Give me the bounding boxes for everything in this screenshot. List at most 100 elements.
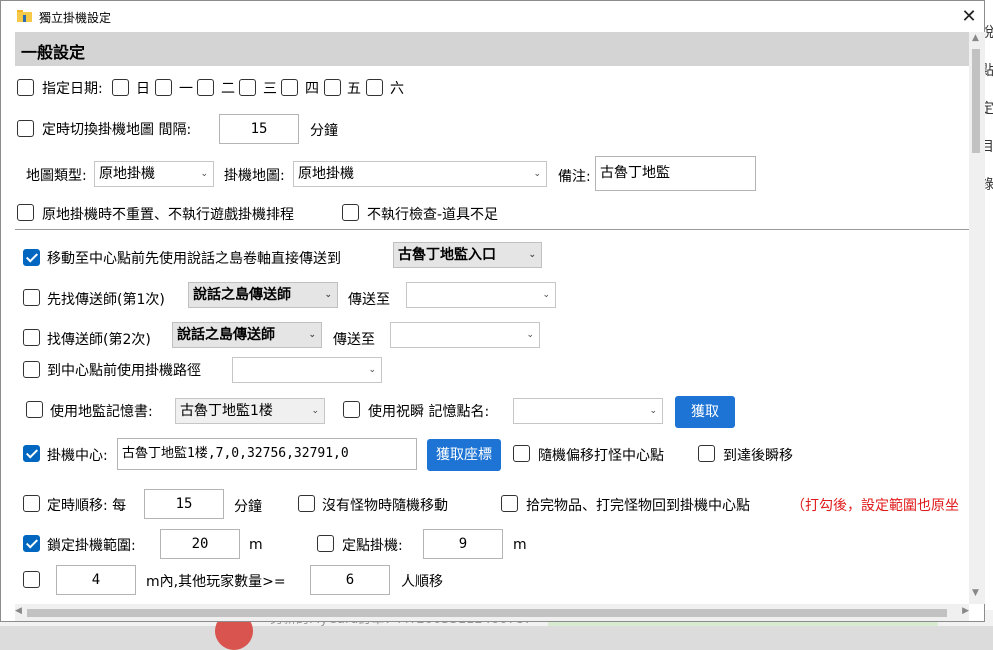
lock-range-checkbox[interactable] bbox=[23, 535, 40, 552]
chevron-down-icon: ⌄ bbox=[649, 406, 657, 416]
player-move-count-input[interactable]: 6 bbox=[310, 565, 390, 595]
map-type-select[interactable]: 原地掛機 ⌄ bbox=[94, 161, 214, 187]
find-tp2-label: 找傳送師(第2次) bbox=[47, 332, 151, 348]
timed-move-unit: 分鐘 bbox=[234, 499, 262, 515]
day-checkbox-thu[interactable] bbox=[281, 79, 298, 96]
day-checkbox-sat[interactable] bbox=[366, 79, 383, 96]
day-checkbox-sun[interactable] bbox=[112, 79, 129, 96]
fixed-point-checkbox[interactable] bbox=[317, 535, 334, 552]
fixed-point-unit: m bbox=[513, 537, 527, 553]
horizontal-scrollbar[interactable]: ◀ ▶ bbox=[15, 604, 969, 621]
scroll-up-icon[interactable]: ▲ bbox=[972, 33, 979, 43]
scroll-right-icon[interactable]: ▶ bbox=[962, 606, 969, 616]
random-offset-checkbox[interactable] bbox=[513, 445, 530, 462]
chevron-down-icon: ⌄ bbox=[200, 169, 208, 179]
no-check-checkbox[interactable] bbox=[342, 204, 359, 221]
player-move-checkbox[interactable] bbox=[23, 571, 40, 588]
map-switch-checkbox[interactable] bbox=[17, 120, 34, 137]
horizontal-scroll-thumb[interactable] bbox=[27, 609, 947, 617]
move-center-checkbox[interactable] bbox=[23, 249, 40, 266]
bless-tp-select[interactable]: ⌄ bbox=[513, 398, 663, 424]
day-checkbox-tue[interactable] bbox=[197, 79, 214, 96]
no-reset-label: 原地掛機時不重置、不執行遊戲掛機排程 bbox=[42, 207, 294, 223]
chevron-down-icon: ⌄ bbox=[542, 290, 550, 300]
lock-range-label: 鎖定掛機範圍: bbox=[47, 538, 136, 554]
title-bar[interactable]: 獨立掛機設定 ✕ bbox=[1, 1, 984, 32]
close-button[interactable]: ✕ bbox=[954, 1, 984, 32]
fixed-point-input[interactable]: 9 bbox=[423, 529, 503, 559]
move-center-label: 移動至中心點前先使用說話之島卷軸直接傳送到 bbox=[47, 251, 341, 267]
find-tp1-select[interactable]: 說話之島傳送師 ⌄ bbox=[188, 282, 338, 308]
return-center-label: 拾完物品、打完怪物回到掛機中心點 bbox=[526, 498, 750, 514]
section-header: 一般設定 bbox=[15, 32, 969, 66]
timed-move-label: 定時順移: 每 bbox=[47, 498, 127, 514]
map-switch-interval-input[interactable]: 15 bbox=[219, 114, 299, 144]
day-checkbox-fri[interactable] bbox=[324, 79, 341, 96]
fetch-coordinates-button[interactable]: 獲取座標 bbox=[427, 439, 501, 471]
random-offset-label: 隨機偏移打怪中心點 bbox=[538, 448, 664, 464]
find-tp2-select[interactable]: 說話之島傳送師 ⌄ bbox=[172, 322, 322, 348]
timed-move-checkbox[interactable] bbox=[23, 495, 40, 512]
days-checkbox[interactable] bbox=[17, 79, 34, 96]
memory-book-label: 使用地監記憶書: bbox=[50, 404, 153, 420]
day-label: 四 bbox=[305, 81, 319, 97]
vertical-scroll-thumb[interactable] bbox=[972, 49, 980, 153]
find-tp1-dest-label: 傳送至 bbox=[348, 292, 390, 308]
lock-range-input[interactable]: 20 bbox=[160, 529, 240, 559]
scroll-down-icon[interactable]: ▼ bbox=[972, 588, 979, 598]
path-before-checkbox[interactable] bbox=[23, 361, 40, 378]
settings-content: 一般設定 指定日期: 日 一 二 三 四 五 六 定時切換掛機地圖 間隔: 15… bbox=[1, 32, 969, 604]
timed-move-input[interactable]: 15 bbox=[144, 489, 224, 519]
find-tp1-value: 說話之島傳送師 bbox=[193, 287, 291, 303]
no-reset-checkbox[interactable] bbox=[17, 204, 34, 221]
center-label: 掛機中心: bbox=[47, 448, 108, 464]
note-label: 備注: bbox=[558, 169, 591, 185]
player-move-range-input[interactable]: 4 bbox=[56, 565, 136, 595]
player-move-end-label: 人順移 bbox=[401, 574, 443, 590]
day-label: 六 bbox=[390, 81, 404, 97]
chevron-down-icon: ⌄ bbox=[324, 290, 332, 300]
find-tp1-dest-select[interactable]: ⌄ bbox=[406, 282, 556, 308]
section-title: 一般設定 bbox=[21, 43, 86, 62]
folder-icon bbox=[17, 10, 32, 22]
find-tp2-dest-label: 傳送至 bbox=[333, 332, 375, 348]
chevron-down-icon: ⌄ bbox=[528, 250, 536, 260]
scroll-left-icon[interactable]: ◀ bbox=[15, 606, 22, 616]
lock-range-unit: m bbox=[249, 537, 263, 553]
days-label: 指定日期: bbox=[42, 81, 103, 97]
close-icon: ✕ bbox=[961, 6, 977, 27]
chevron-down-icon: ⌄ bbox=[368, 365, 376, 375]
day-label: 五 bbox=[347, 81, 361, 97]
chevron-down-icon: ⌄ bbox=[311, 406, 319, 416]
player-move-mid-label: m內,其他玩家數量>= bbox=[146, 574, 286, 590]
settings-dialog: 獨立掛機設定 ✕ 一般設定 指定日期: 日 一 二 三 四 五 六 定時切換掛機… bbox=[0, 0, 985, 622]
path-before-select[interactable]: ⌄ bbox=[232, 357, 382, 383]
return-center-checkbox[interactable] bbox=[501, 495, 518, 512]
day-label: 日 bbox=[136, 81, 150, 97]
chevron-down-icon: ⌄ bbox=[308, 330, 316, 340]
map-switch-label: 定時切換掛機地圖 間隔: bbox=[42, 122, 192, 138]
move-center-value: 古魯丁地監入口 bbox=[398, 247, 496, 263]
vertical-scrollbar[interactable]: ▲ ▼ bbox=[969, 32, 985, 604]
chevron-down-icon: ⌄ bbox=[533, 169, 541, 179]
find-tp2-dest-select[interactable]: ⌄ bbox=[390, 322, 540, 348]
note-input[interactable]: 古魯丁地監 bbox=[595, 156, 756, 191]
bless-tp-checkbox[interactable] bbox=[343, 401, 360, 418]
find-tp2-checkbox[interactable] bbox=[23, 329, 40, 346]
day-checkbox-mon[interactable] bbox=[155, 79, 172, 96]
fixed-point-label: 定點掛機: bbox=[342, 538, 403, 554]
teleport-after-checkbox[interactable] bbox=[698, 445, 715, 462]
find-tp1-checkbox[interactable] bbox=[23, 289, 40, 306]
memory-book-checkbox[interactable] bbox=[26, 401, 43, 418]
center-checkbox[interactable] bbox=[23, 445, 40, 462]
hang-map-select[interactable]: 原地掛機 ⌄ bbox=[293, 161, 547, 187]
fetch-button[interactable]: 獲取 bbox=[675, 396, 735, 428]
teleport-after-label: 到達後瞬移 bbox=[723, 448, 793, 464]
center-input[interactable]: 古魯丁地監1楼,7,0,32756,32791,0 bbox=[117, 438, 417, 470]
map-type-label: 地圖類型: bbox=[26, 168, 87, 184]
day-checkbox-wed[interactable] bbox=[239, 79, 256, 96]
return-center-note: （打勾後，設定範圍也原坐 bbox=[791, 498, 959, 514]
move-center-select[interactable]: 古魯丁地監入口 ⌄ bbox=[393, 242, 542, 268]
no-monster-move-checkbox[interactable] bbox=[298, 495, 315, 512]
memory-book-select[interactable]: 古魯丁地監1楼 ⌄ bbox=[175, 398, 325, 424]
